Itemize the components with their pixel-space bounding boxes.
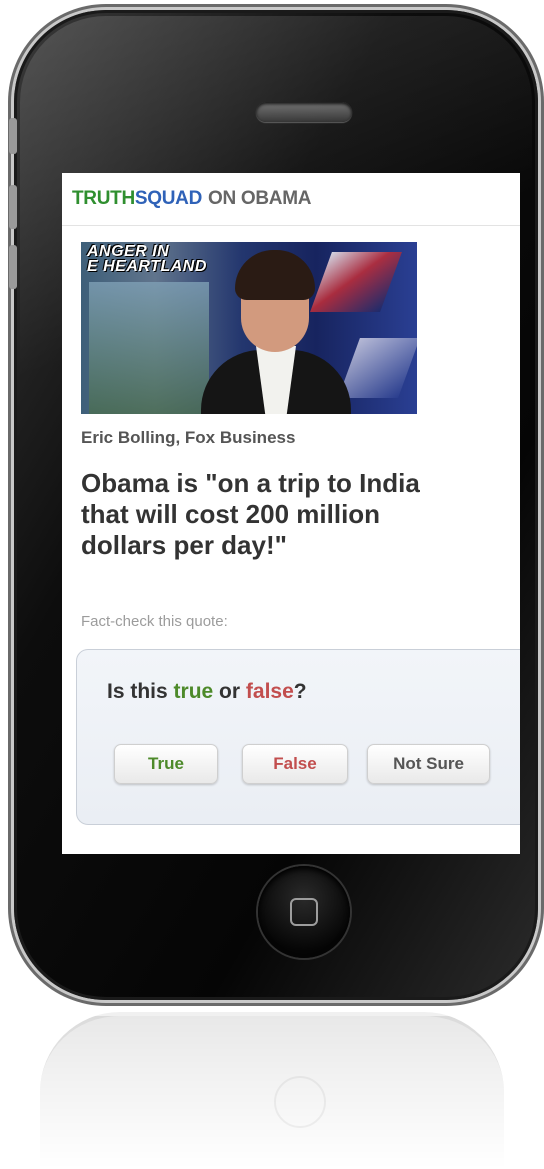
- speaker-image: [201, 250, 351, 414]
- video-background: [89, 282, 209, 414]
- mute-switch: [9, 118, 17, 154]
- app-header: TRUTHSQUAD ON OBAMA: [62, 173, 520, 226]
- earpiece-speaker: [256, 102, 352, 122]
- home-button[interactable]: [258, 866, 350, 958]
- true-button[interactable]: True: [114, 744, 218, 784]
- poll-question-prefix: Is this: [107, 680, 174, 703]
- poll-question-suffix: ?: [293, 680, 307, 703]
- poll-question-mid: or: [213, 680, 246, 703]
- quote-source: Eric Bolling, Fox Business: [81, 428, 296, 447]
- quote-text: Obama is "on a trip to India that will c…: [81, 468, 420, 560]
- volume-down-button: [9, 245, 17, 289]
- poll-question-false: false: [245, 680, 294, 703]
- fact-check-label: Fact-check this quote:: [81, 613, 228, 630]
- not-sure-button[interactable]: Not Sure: [367, 744, 490, 784]
- reflection-home-icon: [274, 1076, 326, 1128]
- poll-question-true: true: [173, 680, 214, 703]
- video-caption: ANGER IN E HEARTLAND: [87, 243, 207, 275]
- brand-topic: ON OBAMA: [208, 188, 312, 209]
- app-screen: TRUTHSQUAD ON OBAMA ANGER IN E HEARTLAND …: [62, 173, 520, 854]
- phone-reflection: [40, 1012, 504, 1169]
- poll-box: Is this true or false? True False Not Su…: [76, 649, 520, 825]
- brand-title: TRUTHSQUAD ON OBAMA: [72, 188, 311, 210]
- poll-question: Is this true or false?: [107, 680, 307, 704]
- false-button[interactable]: False: [242, 744, 348, 784]
- brand-squad: SQUAD: [134, 188, 203, 209]
- volume-up-button: [9, 185, 17, 229]
- video-thumbnail[interactable]: ANGER IN E HEARTLAND: [81, 242, 417, 414]
- brand-truth: TRUTH: [72, 188, 135, 209]
- home-square-icon: [290, 898, 318, 926]
